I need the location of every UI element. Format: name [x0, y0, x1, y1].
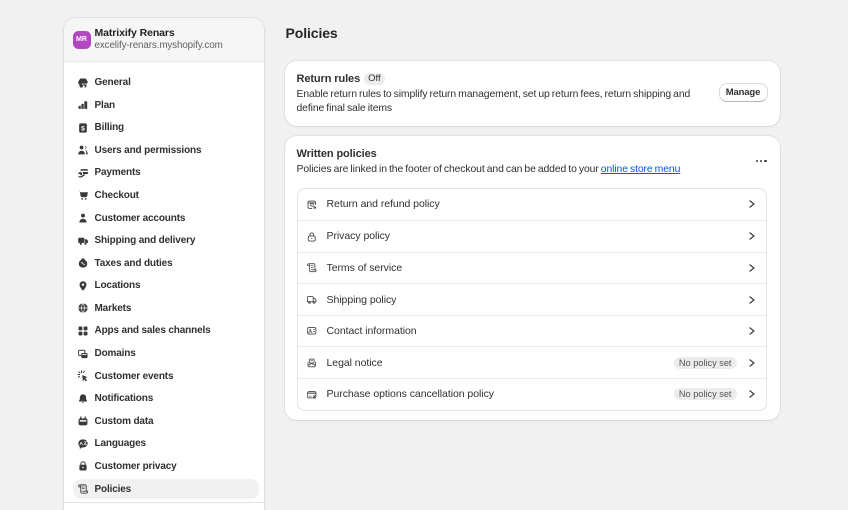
svg-text:A: A — [79, 441, 83, 447]
svg-text:$: $ — [81, 125, 85, 132]
